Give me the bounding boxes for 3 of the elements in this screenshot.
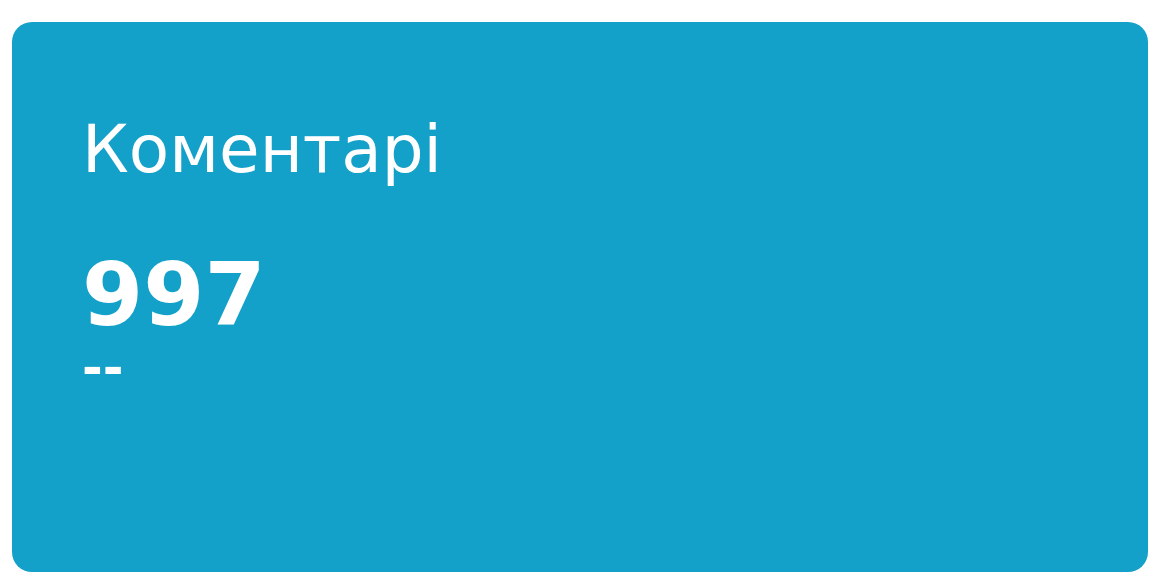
card-title: Коментарі [82, 114, 442, 187]
change-value: -- [82, 343, 124, 394]
comment-count: 997 [82, 246, 266, 344]
